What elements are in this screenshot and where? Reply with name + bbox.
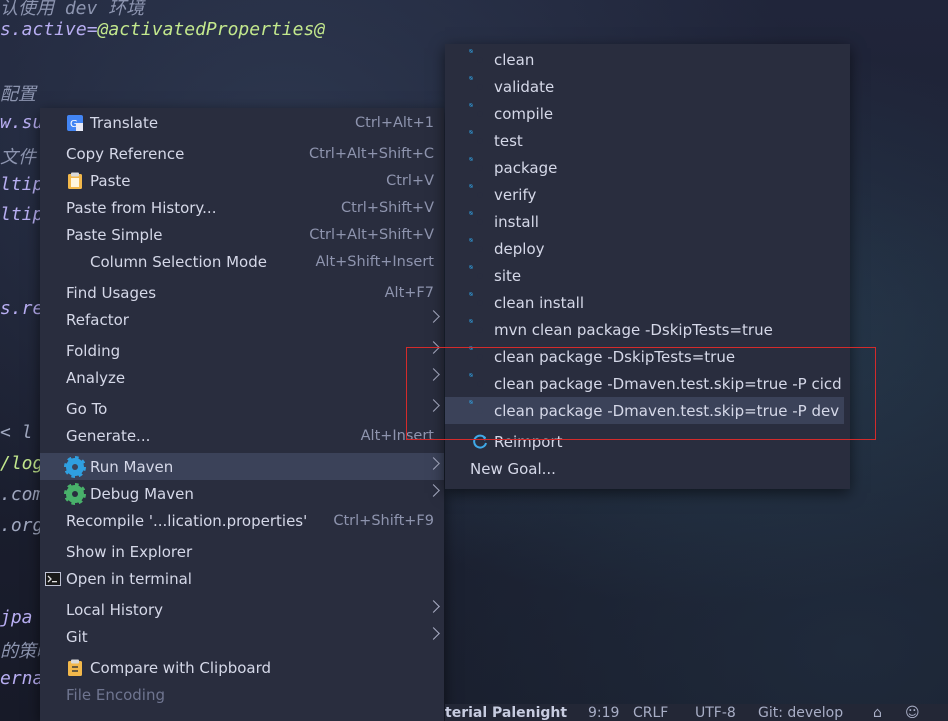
maven-goal-package[interactable]: package [445,154,850,181]
maven-new-goal[interactable]: New Goal... [445,455,850,482]
gear-icon [471,105,489,123]
code-line: 文件 [0,147,36,168]
gear-icon [471,78,489,96]
code-line: ltip [0,174,44,195]
gear-icon [471,132,489,150]
maven-goal-deploy[interactable]: deploy [445,235,850,262]
menu-item-show-in-explorer[interactable]: Show in Explorer [40,538,444,565]
maven-goal-verify[interactable]: verify [445,181,850,208]
maven-goal-clean[interactable]: clean [445,46,850,73]
translate-icon: G [66,114,84,132]
maven-goal-test[interactable]: test [445,127,850,154]
status-theme[interactable]: terial Palenight [445,705,567,721]
menu-item-find-usages[interactable]: Find Usages Alt+F7 [40,279,444,306]
gear-icon [471,213,489,231]
maven-goal-site[interactable]: site [445,262,850,289]
gear-icon [471,159,489,177]
chevron-right-icon [427,310,440,323]
code-line: /log [0,453,44,474]
menu-item-debug-maven[interactable]: Debug Maven [40,480,444,507]
code-line: .org [0,515,44,536]
code-line: < l [0,422,33,443]
gear-icon [471,240,489,258]
code-line: jpa [0,607,33,628]
code-line: erna [0,668,44,689]
menu-item-run-maven[interactable]: Run Maven [40,453,444,480]
maven-goal-validate[interactable]: validate [445,73,850,100]
menu-item-refactor[interactable]: Refactor [40,306,444,333]
menu-item-compare-clipboard[interactable]: Compare with Clipboard [40,654,444,681]
chevron-right-icon [427,457,440,470]
code-line: 认使用 dev 环境 [0,0,145,19]
maven-goal-compile[interactable]: compile [445,100,850,127]
chevron-right-icon [427,600,440,613]
menu-item-folding[interactable]: Folding [40,337,444,364]
menu-item-copy-reference[interactable]: Copy Reference Ctrl+Alt+Shift+C [40,140,444,167]
code-line: ltip [0,204,44,225]
gear-icon [64,456,86,478]
inspector-icon[interactable]: ☺ [905,705,920,721]
annotation-highlight-box [406,347,876,440]
status-git-branch[interactable]: Git: develop [758,705,843,721]
menu-item-git[interactable]: Git [40,623,444,650]
code-line: 配置 [0,84,36,105]
gear-icon [471,51,489,69]
menu-item-column-selection-mode[interactable]: Column Selection Mode Alt+Shift+Insert [40,248,444,275]
status-bar: terial Palenight 9:19 CRLF UTF-8 Git: de… [445,704,948,721]
code-line: w.su [0,112,44,133]
status-line-ending[interactable]: CRLF [633,705,668,721]
menu-item-file-encoding: File Encoding [66,685,165,704]
gear-icon [471,321,489,339]
chevron-right-icon [427,484,440,497]
clipboard-icon [66,172,84,190]
terminal-icon [44,570,62,588]
menu-item-paste[interactable]: Paste Ctrl+V [40,167,444,194]
menu-item-paste-from-history[interactable]: Paste from History... Ctrl+Shift+V [40,194,444,221]
menu-item-analyze[interactable]: Analyze [40,364,444,391]
maven-goal-install[interactable]: install [445,208,850,235]
code-line: s.active=@activatedProperties@ [0,19,326,40]
debug-gear-icon [64,483,86,505]
status-caret-position[interactable]: 9:19 [588,705,619,721]
chevron-right-icon [427,627,440,640]
gear-icon [471,294,489,312]
lock-icon[interactable]: ⌂ [873,705,882,721]
compare-icon [66,659,84,677]
menu-item-paste-simple[interactable]: Paste Simple Ctrl+Alt+Shift+V [40,221,444,248]
code-line: s.re [0,298,44,319]
maven-goal-clean-install[interactable]: clean install [445,289,850,316]
status-encoding[interactable]: UTF-8 [695,705,736,721]
maven-goal-mvn-clean-package-skiptests[interactable]: mvn clean package -DskipTests=true [445,316,850,343]
menu-item-local-history[interactable]: Local History [40,596,444,623]
gear-icon [471,267,489,285]
menu-item-recompile[interactable]: Recompile '...lication.properties' Ctrl+… [40,507,444,534]
menu-item-open-in-terminal[interactable]: Open in terminal [40,565,444,592]
editor-context-menu: G Translate Ctrl+Alt+1 Copy Reference Ct… [40,108,444,721]
menu-item-translate[interactable]: G Translate Ctrl+Alt+1 [40,109,444,136]
menu-item-go-to[interactable]: Go To [40,395,444,422]
menu-item-generate[interactable]: Generate... Alt+Insert [40,422,444,449]
code-line: .com [0,484,44,505]
gear-icon [471,186,489,204]
